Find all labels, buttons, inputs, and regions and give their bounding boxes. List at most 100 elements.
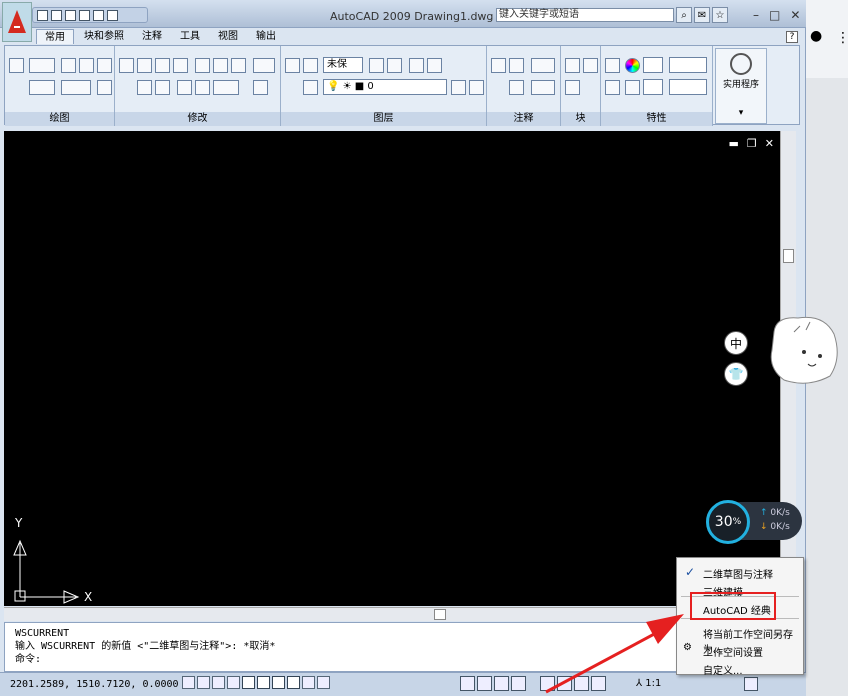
ime-chinese-button[interactable]: 中 xyxy=(724,331,748,355)
circle-icon[interactable] xyxy=(29,80,55,95)
array-icon[interactable] xyxy=(195,58,210,73)
lineweight-icon[interactable] xyxy=(302,676,315,689)
tab-view[interactable]: 视图 xyxy=(210,29,246,44)
edit-block-icon[interactable] xyxy=(565,80,580,95)
layer-state-icon[interactable] xyxy=(303,58,318,73)
fillet-icon[interactable] xyxy=(213,80,239,95)
more-icon[interactable]: ⋮ xyxy=(836,30,848,46)
plotstyle-dropdown[interactable] xyxy=(669,79,707,95)
layout1-icon[interactable] xyxy=(477,676,492,691)
color-dropdown[interactable] xyxy=(643,57,663,73)
autocad-logo[interactable] xyxy=(2,2,32,42)
layer-dropdown[interactable]: 💡 ☀ ■ 0 xyxy=(323,79,447,95)
minimize-button[interactable]: – xyxy=(753,8,759,22)
new-file-icon[interactable] xyxy=(37,9,48,21)
close-button[interactable]: ✕ xyxy=(790,8,800,22)
osnap-icon[interactable] xyxy=(242,676,255,689)
layer-current-icon[interactable] xyxy=(303,80,318,95)
favorites-icon[interactable]: ☆ xyxy=(712,7,728,23)
redo-icon[interactable] xyxy=(107,9,118,21)
layer-properties-icon[interactable] xyxy=(285,58,300,73)
account-icon[interactable]: ● xyxy=(810,28,822,44)
ducs-icon[interactable] xyxy=(272,676,285,689)
linetype-dropdown[interactable] xyxy=(643,79,663,95)
menu-item-settings[interactable]: 工作空间设置 xyxy=(703,644,763,659)
grid-icon[interactable] xyxy=(197,676,210,689)
tab-home[interactable]: 常用 xyxy=(36,29,74,44)
ortho-icon[interactable] xyxy=(212,676,225,689)
move-icon[interactable] xyxy=(119,58,134,73)
dyn-icon[interactable] xyxy=(287,676,300,689)
create-block-icon[interactable] xyxy=(583,58,598,73)
polygon-icon[interactable] xyxy=(79,58,94,73)
copy-icon[interactable] xyxy=(137,58,152,73)
color-wheel-icon[interactable] xyxy=(625,58,640,73)
search-input[interactable]: 键入关键字或短语 xyxy=(496,8,674,22)
print-icon[interactable] xyxy=(79,9,90,21)
text-icon[interactable] xyxy=(491,58,506,73)
break-icon[interactable] xyxy=(253,80,268,95)
offset-icon[interactable] xyxy=(173,58,188,73)
layout2-icon[interactable] xyxy=(494,676,509,691)
menu-item-customize[interactable]: 自定义... xyxy=(703,662,743,677)
lineweight-dropdown[interactable] xyxy=(669,57,707,73)
scale-icon[interactable] xyxy=(155,80,170,95)
mtext-icon[interactable] xyxy=(509,58,524,73)
trim-icon[interactable] xyxy=(177,80,192,95)
communication-center-icon[interactable]: ✉ xyxy=(694,7,710,23)
hatch-icon[interactable] xyxy=(97,80,112,95)
stretch-icon[interactable] xyxy=(213,58,228,73)
layer-isolate-icon[interactable] xyxy=(387,58,402,73)
shirt-icon[interactable]: 👕 xyxy=(724,362,748,386)
layer-state-dropdown[interactable]: 未保 xyxy=(323,57,363,73)
rectangle-icon[interactable] xyxy=(97,58,112,73)
polyline-icon[interactable] xyxy=(29,58,55,73)
workspace-switch-icon[interactable] xyxy=(744,677,758,691)
otrack-icon[interactable] xyxy=(257,676,270,689)
linetype-icon[interactable] xyxy=(625,80,640,95)
leader-icon[interactable] xyxy=(531,80,555,95)
layer-freeze-icon[interactable] xyxy=(451,80,466,95)
ellipse-icon[interactable] xyxy=(61,80,91,95)
layer-lock-icon[interactable] xyxy=(469,80,484,95)
viewport-close-icon[interactable]: ✕ xyxy=(765,137,774,150)
layer-off-icon[interactable] xyxy=(427,58,442,73)
save-icon[interactable] xyxy=(65,9,76,21)
rotate-icon[interactable] xyxy=(61,58,76,73)
erase-icon[interactable] xyxy=(137,80,152,95)
list-icon[interactable] xyxy=(605,80,620,95)
search-icon[interactable]: ⌕ xyxy=(676,7,692,23)
polar-icon[interactable] xyxy=(227,676,240,689)
menu-item-2d-drafting[interactable]: 二维草图与注释 xyxy=(703,566,773,581)
layer-walk-icon[interactable] xyxy=(369,58,384,73)
help-icon[interactable]: ? xyxy=(786,31,798,43)
drawing-area[interactable]: ▬ ❐ ✕ Y X xyxy=(4,131,780,606)
insert-block-icon[interactable] xyxy=(565,58,580,73)
mirror-icon[interactable] xyxy=(231,58,246,73)
tab-annotate[interactable]: 注释 xyxy=(134,29,170,44)
tab-blocks[interactable]: 块和参照 xyxy=(76,29,132,44)
tab-tools[interactable]: 工具 xyxy=(172,29,208,44)
viewport-minimize-icon[interactable]: ▬ xyxy=(729,137,739,150)
layer-match-icon[interactable] xyxy=(409,58,424,73)
match-properties-icon[interactable] xyxy=(605,58,620,73)
extend-icon[interactable] xyxy=(195,80,210,95)
undo-icon[interactable] xyxy=(93,9,104,21)
utilities-button[interactable]: 实用程序 ▾ xyxy=(715,48,767,124)
tab-output[interactable]: 输出 xyxy=(248,29,284,44)
open-file-icon[interactable] xyxy=(51,9,62,21)
rotate-object-icon[interactable] xyxy=(155,58,170,73)
scroll-thumb[interactable] xyxy=(783,249,794,263)
quick-view-icon[interactable] xyxy=(511,676,526,691)
table-icon[interactable] xyxy=(509,80,524,95)
line-icon[interactable] xyxy=(9,58,24,73)
network-monitor-widget[interactable]: 30% ↑ 0K/s ↓ 0K/s xyxy=(706,500,802,544)
explode-icon[interactable] xyxy=(253,58,275,73)
snap-icon[interactable] xyxy=(182,676,195,689)
scroll-thumb[interactable] xyxy=(434,609,446,620)
model-icon[interactable] xyxy=(460,676,475,691)
maximize-button[interactable]: □ xyxy=(769,8,780,22)
viewport-restore-icon[interactable]: ❐ xyxy=(747,137,757,150)
dimension-icon[interactable] xyxy=(531,58,555,73)
quick-properties-icon[interactable] xyxy=(317,676,330,689)
